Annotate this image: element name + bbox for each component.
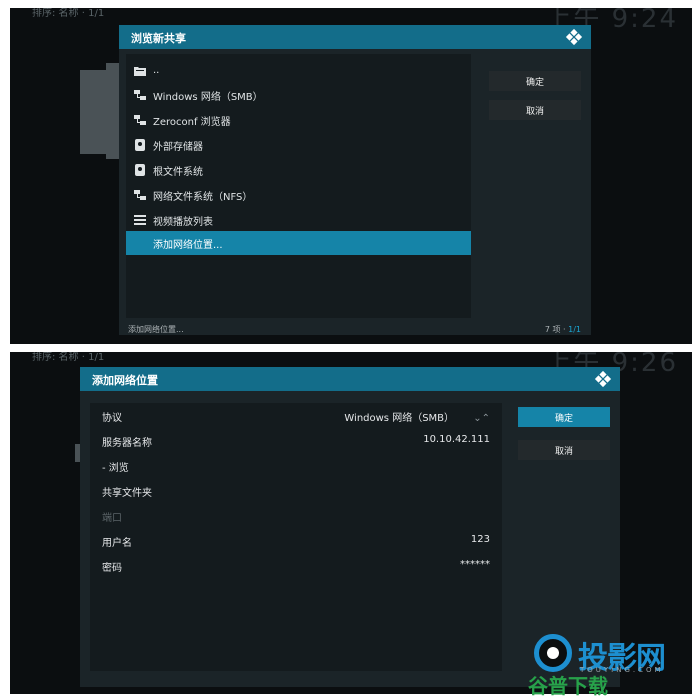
ok-button[interactable]: 确定 [489, 71, 581, 91]
setting-label: 共享文件夹 [102, 488, 152, 499]
source-list: .. Windows 网络（SMB） Zeroconf 浏览器 外部存储器 根文… [126, 54, 471, 318]
dialog-title-bar: 浏览新共享 [119, 25, 591, 49]
network-icon [134, 189, 146, 201]
watermark-circle-icon [534, 634, 572, 672]
browse-share-screen: 排序: 名称 · 1/1 上午 9:24 浏览新共享 .. Windows 网络… [10, 8, 692, 344]
list-item-label: 添加网络位置... [153, 239, 223, 251]
setting-password[interactable]: 密码 ****** [90, 553, 502, 578]
setting-username[interactable]: 用户名 123 [90, 528, 502, 553]
setting-label: - 浏览 [102, 463, 129, 474]
setting-label: 端口 [102, 513, 122, 524]
chevron-up-icon[interactable]: ⌃ [482, 413, 490, 424]
list-item-label: .. [153, 64, 160, 76]
page-indicator: 1/1 [568, 325, 581, 334]
setting-value-wrap: Windows 网络（SMB） ⌄⌃ [344, 409, 490, 424]
setting-port: 端口 [90, 503, 502, 528]
setting-label: 密码 [102, 563, 122, 574]
ok-button[interactable]: 确定 [518, 407, 610, 427]
list-item-root-filesystem[interactable]: 根文件系统 [126, 158, 471, 182]
playlist-icon [134, 214, 146, 226]
kodi-logo-icon [565, 28, 583, 46]
password-value: ****** [460, 559, 490, 570]
protocol-value: Windows 网络（SMB） [344, 413, 455, 424]
list-item-label: 根文件系统 [153, 166, 203, 178]
username-value: 123 [470, 534, 490, 545]
chevron-down-icon[interactable]: ⌄ [473, 413, 481, 424]
background-sort-header: 排序: 名称 · 1/1 [32, 8, 105, 19]
setting-protocol[interactable]: 协议 Windows 网络（SMB） ⌄⌃ [90, 403, 502, 428]
list-item-video-playlist[interactable]: 视频播放列表 [126, 208, 471, 232]
dialog-title: 添加网络位置 [92, 374, 158, 387]
list-item-smb[interactable]: Windows 网络（SMB） [126, 83, 471, 107]
footer-selected-label: 添加网络位置... [128, 325, 184, 334]
list-item-add-network-location[interactable]: 添加网络位置... [126, 231, 471, 255]
cancel-button[interactable]: 取消 [518, 440, 610, 460]
list-item-label: 视频播放列表 [153, 216, 213, 228]
network-icon [134, 89, 146, 101]
watermark-logo: 投影网 TOUYING.COM 谷普下载 [528, 632, 688, 698]
drive-icon [134, 164, 146, 176]
network-icon [134, 114, 146, 126]
watermark-sub: 谷普下载 [528, 674, 608, 698]
item-count: 7 项 · [544, 325, 569, 334]
blank-icon [134, 237, 146, 249]
setting-server-name[interactable]: 服务器名称 10.10.42.111 [90, 428, 502, 453]
settings-list: 协议 Windows 网络（SMB） ⌄⌃ 服务器名称 10.10.42.111… [90, 403, 502, 671]
external-drive-icon [134, 139, 146, 151]
setting-browse[interactable]: - 浏览 [90, 453, 502, 478]
setting-label: 用户名 [102, 538, 132, 549]
list-item-zeroconf[interactable]: Zeroconf 浏览器 [126, 108, 471, 132]
kodi-logo-icon [594, 370, 612, 388]
list-item-label: Windows 网络（SMB） [153, 91, 263, 103]
setting-label: 协议 [102, 413, 122, 424]
list-item-parent[interactable]: .. [126, 58, 471, 82]
background-sort-header: 排序: 名称 · 1/1 [32, 352, 105, 363]
footer-item-count: 7 项 · 1/1 [545, 324, 581, 335]
list-item-label: 网络文件系统（NFS） [153, 191, 253, 203]
folder-icon [134, 64, 146, 76]
browse-share-dialog: 浏览新共享 .. Windows 网络（SMB） Zeroconf 浏览器 外部… [119, 25, 591, 335]
cancel-button[interactable]: 取消 [489, 100, 581, 120]
server-name-value: 10.10.42.111 [423, 434, 490, 445]
list-item-label: Zeroconf 浏览器 [153, 116, 231, 128]
list-item-nfs[interactable]: 网络文件系统（NFS） [126, 183, 471, 207]
setting-shared-folder[interactable]: 共享文件夹 [90, 478, 502, 503]
dialog-title-bar: 添加网络位置 [80, 367, 620, 391]
setting-label: 服务器名称 [102, 438, 152, 449]
list-item-label: 外部存储器 [153, 141, 203, 153]
dialog-title: 浏览新共享 [131, 32, 186, 45]
list-item-external-storage[interactable]: 外部存储器 [126, 133, 471, 157]
